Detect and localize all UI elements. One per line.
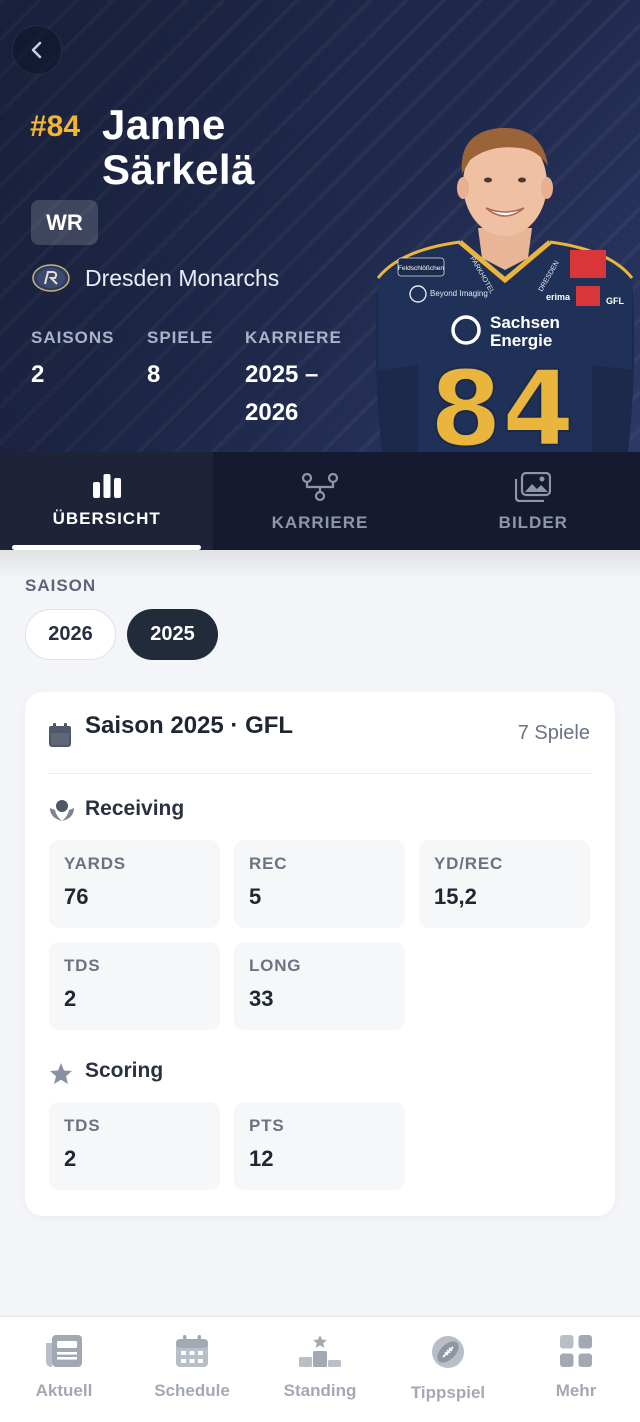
stat-tile-scoring-tds: TDS 2 (49, 1102, 220, 1190)
stat-label-career: KARRIERE (245, 328, 342, 347)
stat-tile-label: YD/REC (434, 854, 504, 873)
grid-icon (560, 1335, 592, 1367)
calendar-icon (176, 1335, 208, 1367)
sponsor-erima: erima (546, 292, 571, 302)
section-title-receiving: Receiving (85, 797, 185, 820)
stat-tile-yd-rec: YD/REC 15,2 (419, 840, 590, 928)
stat-tile-value: 33 (249, 986, 274, 1011)
stat-tile-label: TDS (64, 956, 101, 975)
stat-tile-value: 2 (64, 986, 77, 1011)
section-title-scoring: Scoring (85, 1059, 164, 1082)
tab-overview-label: ÜBERSICHT (52, 509, 161, 528)
star-icon (50, 1063, 72, 1084)
player-last-name: Särkelä (102, 146, 255, 193)
stat-tile-long: LONG 33 (234, 942, 405, 1030)
profile-tabs: ÜBERSICHT KARRIERE BILDER (0, 452, 640, 550)
career-end: 2026 (245, 399, 299, 426)
sponsor-feldschloesschen: Feldschlößchen (398, 265, 444, 272)
nav-label-standing: Standing (283, 1381, 357, 1400)
sponsor-sachsen: Sachsen (490, 313, 560, 332)
receiving-hands-icon (50, 800, 74, 821)
stat-tile-label: PTS (249, 1116, 285, 1135)
bottom-navigation: Aktuell Schedule Standing Tippspiel Mehr (0, 1316, 640, 1422)
season-card-title: Saison 2025 · GFL (85, 712, 294, 739)
stat-tile-value: 2 (64, 1146, 77, 1171)
calendar-icon (49, 723, 71, 747)
stat-tile-pts: PTS 12 (234, 1102, 405, 1190)
stat-value-seasons: 2 (31, 361, 45, 388)
stat-tile-value: 5 (249, 884, 262, 909)
card-divider (49, 773, 591, 774)
player-name: Janne Särkelä (102, 102, 255, 192)
tab-pictures[interactable]: BILDER (427, 452, 640, 550)
stat-tile-tds: TDS 2 (49, 942, 220, 1030)
tab-pictures-label: BILDER (498, 513, 568, 532)
nav-item-aktuell[interactable]: Aktuell (0, 1317, 128, 1422)
player-number: #84 (30, 110, 81, 143)
stat-tile-value: 76 (64, 884, 89, 909)
nav-label-tippspiel: Tippspiel (410, 1383, 486, 1402)
team-name: Dresden Monarchs (85, 265, 280, 291)
games-count: 7 Spiele (517, 722, 590, 744)
nav-item-standing[interactable]: Standing (256, 1317, 384, 1422)
season-chip-2025[interactable]: 2025 (127, 609, 218, 660)
team-logo-icon (32, 264, 70, 292)
stat-tile-yards: YARDS 76 (49, 840, 220, 928)
player-hero: #84 Janne Särkelä WR Dresden Monarchs SA… (0, 0, 640, 452)
tab-career[interactable]: KARRIERE (213, 452, 426, 550)
stat-value-games: 8 (147, 361, 161, 388)
chevron-left-icon (31, 41, 42, 59)
sponsor-beyond-imaging: Beyond Imaging (430, 289, 488, 298)
career-start: 2025 – (245, 361, 319, 388)
player-first-name: Janne (102, 101, 226, 148)
bar-chart-icon (92, 474, 121, 498)
tab-career-label: KARRIERE (271, 513, 369, 532)
nav-label-aktuell: Aktuell (35, 1381, 93, 1400)
nav-item-tippspiel[interactable]: Tippspiel (384, 1317, 512, 1422)
jersey-number: 84 (430, 348, 575, 452)
nav-item-mehr[interactable]: Mehr (512, 1317, 640, 1422)
nav-item-schedule[interactable]: Schedule (128, 1317, 256, 1422)
season-label: SAISON (25, 576, 97, 595)
position-badge: WR (31, 200, 98, 245)
stat-value-career: 2025 – 2026 (245, 356, 318, 432)
back-button[interactable] (12, 25, 62, 75)
newspaper-icon (46, 1335, 82, 1367)
sponsor-gfl: GFL (606, 296, 624, 306)
stat-tile-rec: REC 5 (234, 840, 405, 928)
stat-tile-value: 12 (249, 1146, 274, 1171)
stat-tile-label: TDS (64, 1116, 101, 1135)
tab-overview[interactable]: ÜBERSICHT (0, 452, 214, 550)
season-chip-2026[interactable]: 2026 (25, 609, 116, 660)
timeline-icon (301, 472, 339, 502)
stat-label-seasons: SAISONS (31, 328, 115, 347)
stat-tile-value: 15,2 (434, 884, 477, 909)
stat-tile-label: LONG (249, 956, 302, 975)
football-icon (432, 1336, 464, 1368)
stat-tile-label: REC (249, 854, 288, 873)
season-stats-card: Saison 2025 · GFL 7 Spiele Receiving YAR… (25, 692, 615, 1216)
player-photo: Feldschlößchen PARKHOTEL DRESDEN Beyond … (375, 127, 635, 452)
gallery-icon (515, 472, 552, 502)
stat-tile-label: YARDS (64, 854, 126, 873)
stat-label-games: SPIELE (147, 328, 214, 347)
nav-label-schedule: Schedule (154, 1381, 230, 1400)
podium-icon (299, 1335, 341, 1367)
nav-label-mehr: Mehr (555, 1381, 597, 1400)
